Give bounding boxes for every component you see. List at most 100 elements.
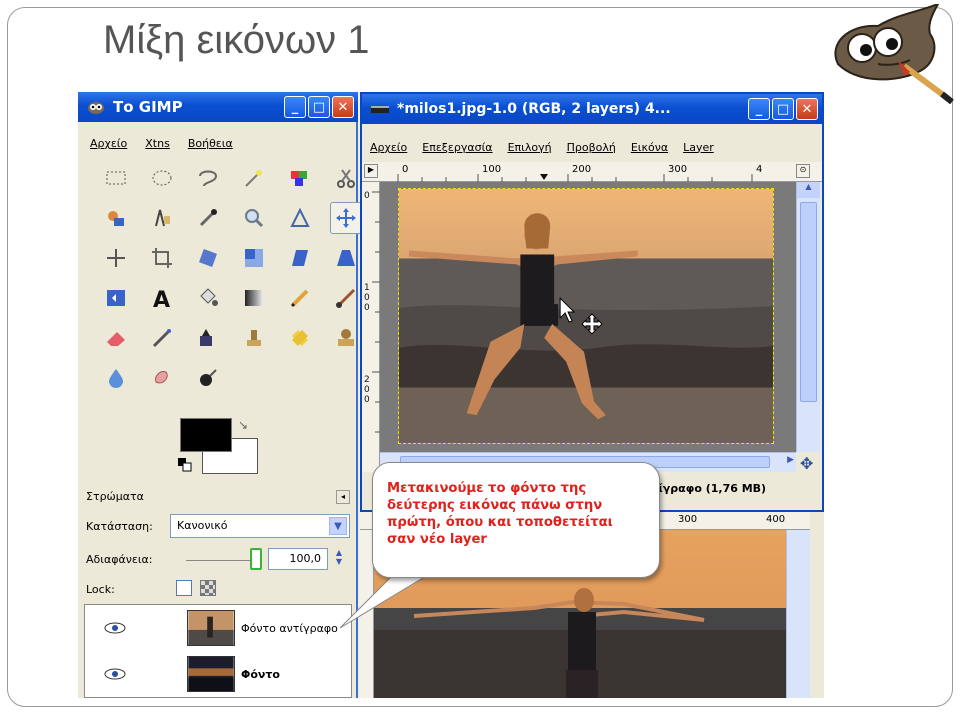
callout-annotation: Μετακινούμε το φόντο της δεύτερης εικόνα… xyxy=(372,462,660,578)
gradient-icon[interactable] xyxy=(238,282,270,314)
scale-icon[interactable] xyxy=(238,242,270,274)
menu-xtns[interactable]: Xtns xyxy=(145,137,170,150)
chevron-down-icon[interactable]: ▼ xyxy=(329,517,347,535)
ruler-label: 300 xyxy=(678,514,698,525)
bucket-fill-icon[interactable] xyxy=(192,282,224,314)
scroll-right-icon[interactable]: ▶ xyxy=(787,455,794,465)
navigation-move-icon[interactable]: ✥ xyxy=(800,454,813,473)
maximize-button[interactable]: □ xyxy=(308,96,330,118)
fuzzy-select-icon[interactable] xyxy=(238,162,270,194)
lasso-icon[interactable] xyxy=(192,162,224,194)
mode-select[interactable]: Κανονικό ▼ xyxy=(170,514,350,538)
zoom-icon[interactable] xyxy=(238,202,270,234)
blur-icon[interactable] xyxy=(100,362,132,394)
slide: Μίξη εικόνων 1 Το GIMP _ □ ✕ Αρχείο Xtns… xyxy=(0,0,960,714)
photo-beach-yoga xyxy=(398,188,774,444)
close-button[interactable]: ✕ xyxy=(796,98,818,120)
maximize-button[interactable]: □ xyxy=(772,98,794,120)
paths-icon[interactable] xyxy=(146,202,178,234)
perspective-icon[interactable] xyxy=(330,242,362,274)
eye-icon[interactable] xyxy=(95,622,135,634)
menu-edit[interactable]: Επεξεργασία xyxy=(422,141,492,154)
crop-icon[interactable] xyxy=(146,242,178,274)
lock-alpha-checkbox[interactable] xyxy=(200,580,216,596)
flip-icon[interactable] xyxy=(100,282,132,314)
svg-text:2: 2 xyxy=(364,375,370,385)
scissors-icon[interactable] xyxy=(330,162,362,194)
minimize-button[interactable]: _ xyxy=(284,96,306,118)
menu-help[interactable]: Βοήθεια xyxy=(188,137,233,150)
clone-icon[interactable] xyxy=(238,322,270,354)
color-selector: ↘ xyxy=(178,418,268,478)
foreground-color-swatch[interactable] xyxy=(180,418,232,452)
image-window: *milos1.jpg-1.0 (RGB, 2 layers) 4... _ □… xyxy=(360,92,824,512)
svg-text:0: 0 xyxy=(364,293,370,303)
menu-view[interactable]: Προβολή xyxy=(567,141,616,154)
layer-thumbnail-background xyxy=(187,656,235,692)
opacity-slider-handle[interactable] xyxy=(250,548,262,570)
image-window-icon xyxy=(371,106,389,113)
move-tool-icon[interactable] xyxy=(330,202,362,234)
foreground-select-icon[interactable] xyxy=(100,202,132,234)
layer-row[interactable]: Φόντο αντίγραφο xyxy=(85,605,351,651)
svg-text:0: 0 xyxy=(364,303,370,313)
opacity-input[interactable]: 100,0 xyxy=(268,548,328,570)
layer-row[interactable]: Φόντο xyxy=(85,651,351,697)
layers-label: Στρώματα xyxy=(86,490,144,503)
opacity-spinner[interactable]: ▲ ▼ xyxy=(332,548,346,570)
menu-file[interactable]: Αρχείο xyxy=(370,141,407,154)
rect-select-icon[interactable] xyxy=(100,162,132,194)
color-select-icon[interactable] xyxy=(284,162,316,194)
opacity-label: Αδιαφάνεια: xyxy=(86,553,153,566)
align-icon[interactable] xyxy=(100,242,132,274)
minimize-button[interactable]: _ xyxy=(748,98,770,120)
image-titlebar[interactable]: *milos1.jpg-1.0 (RGB, 2 layers) 4... _ □… xyxy=(362,94,822,124)
rotate-icon[interactable] xyxy=(192,242,224,274)
measure-icon[interactable] xyxy=(284,202,316,234)
perspective-clone-icon[interactable] xyxy=(330,322,362,354)
menu-image[interactable]: Εικόνα xyxy=(631,141,668,154)
smudge-icon[interactable] xyxy=(146,362,178,394)
vertical-scrollbar[interactable] xyxy=(786,530,810,698)
slide-title: Μίξη εικόνων 1 xyxy=(103,18,370,62)
image-title: *milos1.jpg-1.0 (RGB, 2 layers) 4... xyxy=(397,101,671,117)
svg-text:0: 0 xyxy=(364,191,370,201)
layer-name: Φόντο αντίγραφο xyxy=(241,621,338,635)
layer-thumbnail-copy xyxy=(187,610,235,646)
mode-label: Κατάσταση: xyxy=(86,520,153,533)
scroll-up-icon[interactable]: ▲ xyxy=(797,182,820,198)
swap-colors-icon[interactable]: ↘ xyxy=(238,418,248,432)
default-colors-icon[interactable] xyxy=(178,458,192,472)
scrollbar-thumb[interactable] xyxy=(800,202,817,402)
dodge-burn-icon[interactable] xyxy=(192,362,224,394)
eye-icon[interactable] xyxy=(95,668,135,680)
menu-layer[interactable]: Layer xyxy=(683,141,714,154)
paintbrush-icon[interactable] xyxy=(330,282,362,314)
toolbox-titlebar[interactable]: Το GIMP _ □ ✕ xyxy=(78,92,358,122)
text-tool-icon[interactable]: A xyxy=(146,282,178,314)
dock-menu-icon[interactable]: ◂ xyxy=(336,490,350,504)
opacity-slider-track[interactable] xyxy=(186,560,258,561)
ellipse-select-icon[interactable] xyxy=(146,162,178,194)
toolbox-title: Το GIMP xyxy=(113,98,183,116)
lock-label: Lock: xyxy=(86,583,115,596)
heal-icon[interactable] xyxy=(284,322,316,354)
svg-text:1: 1 xyxy=(364,283,370,293)
layers-dock-header: Στρώματα ◂ xyxy=(86,490,350,508)
airbrush-icon[interactable] xyxy=(146,322,178,354)
shear-icon[interactable] xyxy=(284,242,316,274)
vertical-scrollbar[interactable]: ▲ xyxy=(796,182,820,452)
close-button[interactable]: ✕ xyxy=(332,96,354,118)
toolbox-menubar: Αρχείο Xtns Βοήθεια xyxy=(78,132,356,154)
color-picker-icon[interactable] xyxy=(192,202,224,234)
canvas-area[interactable] xyxy=(380,182,796,452)
lock-pixels-checkbox[interactable] xyxy=(176,580,192,596)
pencil-icon[interactable] xyxy=(284,282,316,314)
menu-select[interactable]: Επιλογή xyxy=(508,141,552,154)
svg-text:0: 0 xyxy=(364,395,370,405)
ink-icon[interactable] xyxy=(192,322,224,354)
mode-value: Κανονικό xyxy=(177,519,228,532)
eraser-icon[interactable] xyxy=(100,322,132,354)
menu-file[interactable]: Αρχείο xyxy=(90,137,127,150)
gimp-screenshot: Το GIMP _ □ ✕ Αρχείο Xtns Βοήθεια A ↘ Στ… xyxy=(78,92,824,698)
